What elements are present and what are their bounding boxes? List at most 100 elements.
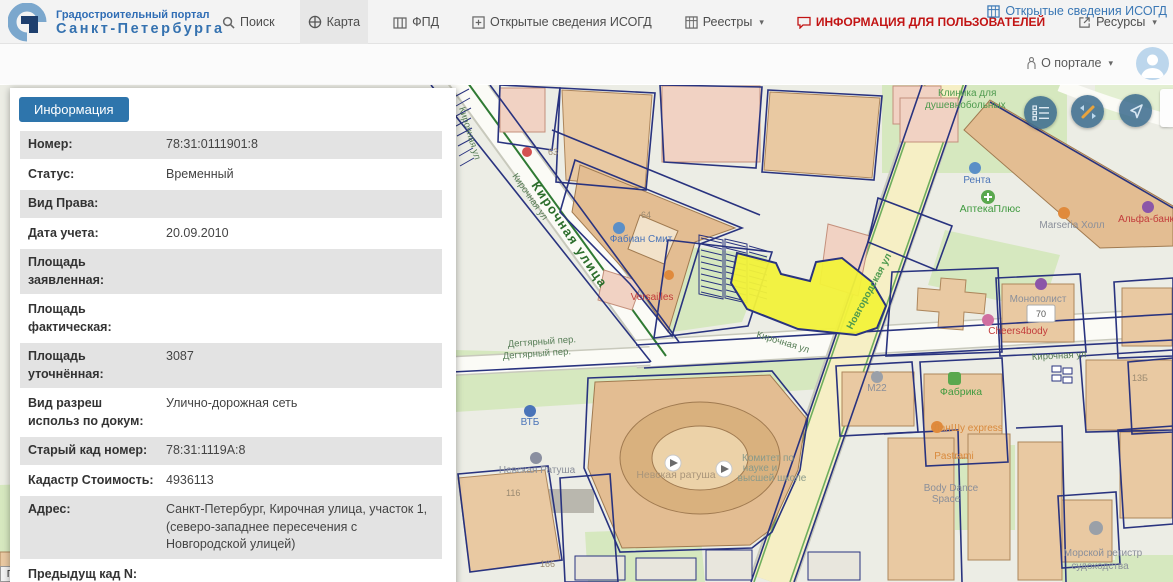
plus-square-icon <box>472 16 485 29</box>
about-portal-link[interactable]: О портале ▾ <box>1027 56 1113 70</box>
nav-item-fpd[interactable]: ФПД <box>385 0 447 44</box>
info-row: Кадастр Стоимость:4936113 <box>20 467 442 497</box>
building-number: 166 <box>540 559 555 569</box>
nav-item-search[interactable]: Поиск <box>214 0 283 44</box>
info-row-value: Санкт-Петербург, Кирочная улица, участок… <box>166 501 434 554</box>
info-row-value: Временный <box>166 166 434 184</box>
info-row-value: 20.09.2010 <box>166 225 434 243</box>
info-row-value <box>166 254 434 289</box>
info-row-value <box>166 301 434 336</box>
poi-label: Невская ратуша <box>636 469 715 481</box>
nevskaya-ratusha-icon <box>530 452 542 464</box>
poi-label: Рента <box>963 175 991 186</box>
building-number: 64 <box>641 210 651 220</box>
nav-label: Поиск <box>240 15 275 29</box>
measure-button[interactable] <box>1071 95 1104 128</box>
poi-label: Space <box>932 494 961 505</box>
poi-label: Фабиан Смит <box>610 233 673 245</box>
nav-label: ФПД <box>412 15 439 29</box>
table-icon <box>987 5 1000 18</box>
logo-line2: Санкт-Петербурга <box>56 21 225 37</box>
info-row: Площадь уточнённая:3087 <box>20 343 442 390</box>
portal-logo[interactable]: Градостроительный портал Санкт-Петербург… <box>8 3 225 43</box>
nav-item-map[interactable]: Карта <box>300 0 368 44</box>
header: Градостроительный портал Санкт-Петербург… <box>0 0 1173 85</box>
building-number: 63 <box>548 147 558 157</box>
poi-label: АптекаПлюс <box>960 203 1021 215</box>
poi-label: Морской регистр <box>1064 548 1143 559</box>
locate-button[interactable] <box>1119 94 1152 127</box>
parcel-info-panel: Информация Номер:78:31:0111901:8 Статус:… <box>10 88 456 582</box>
avatar-person-icon <box>1140 51 1165 78</box>
info-row-value: Улично-дорожная сеть <box>166 395 434 430</box>
link-label: Открытые сведения ИСОГД <box>1005 4 1167 18</box>
alfa-bank-icon <box>1142 201 1154 213</box>
person-icon <box>1027 57 1036 70</box>
street-label: душевнобольных <box>925 99 1006 111</box>
table-icon <box>685 16 698 29</box>
legend-button[interactable] <box>1024 96 1057 129</box>
info-row: Адрес:Санкт-Петербург, Кирочная улица, у… <box>20 496 442 561</box>
info-row: Вид Права: <box>20 190 442 220</box>
info-tab[interactable]: Информация <box>19 97 129 122</box>
poi-label: ВТБ <box>521 417 540 428</box>
m22-icon <box>871 371 883 383</box>
search-icon <box>222 16 235 29</box>
poi-label: Marseria Холл <box>1039 220 1104 231</box>
nav-label: Карта <box>327 15 360 29</box>
cheers4body-icon <box>982 314 994 326</box>
navigation-arrow-icon <box>1127 102 1145 120</box>
renta-icon <box>969 162 981 174</box>
legend-icon <box>1032 104 1050 122</box>
fabian-smit-icon <box>613 222 625 234</box>
info-row: Дата учета:20.09.2010 <box>20 220 442 250</box>
info-row-label: Предыдущ кад N: <box>28 566 166 582</box>
info-row: Старый кад номер:78:31:1119А:8 <box>20 437 442 467</box>
nav-item-registries[interactable]: Реестры ▾ <box>677 0 772 44</box>
poi-label: Невская Ратуша <box>499 465 576 476</box>
building-number: 116 <box>506 488 520 498</box>
info-row: Предыдущ кад N: <box>20 561 442 582</box>
info-row-value <box>166 566 434 582</box>
nav-label: Открытые сведения ИСОГД <box>490 15 652 29</box>
info-row-value: 3087 <box>166 348 434 383</box>
screen: Кирочная улица Кирочная ул Кирочная ул Н… <box>0 0 1173 582</box>
info-row-label: Дата учета: <box>28 225 166 243</box>
marseria-icon <box>1058 207 1070 219</box>
nav-item-open-isogd[interactable]: Открытые сведения ИСОГД <box>464 0 660 44</box>
measure-icon <box>1079 103 1097 121</box>
info-row-label: Старый кад номер: <box>28 442 166 460</box>
info-row-label: Адрес: <box>28 501 166 554</box>
columns-icon <box>393 16 407 29</box>
nav-label: Реестры <box>703 15 753 29</box>
info-row-value <box>166 195 434 213</box>
vtb-icon <box>524 405 536 417</box>
chat-icon <box>797 16 811 29</box>
info-row-label: Статус: <box>28 166 166 184</box>
logo-line1: Градостроительный портал <box>56 9 225 21</box>
poi-label: судоходства <box>1071 561 1129 572</box>
street-label: Клиника для <box>938 88 996 99</box>
user-avatar[interactable] <box>1136 47 1169 80</box>
info-row: Вид разреш использ по докум:Улично-дорож… <box>20 390 442 437</box>
info-row: Статус:Временный <box>20 161 442 191</box>
open-isogd-link[interactable]: Открытые сведения ИСОГД <box>987 4 1167 18</box>
edge-panel-handle[interactable] <box>1160 89 1173 127</box>
versailles-icon <box>664 270 674 280</box>
building-number: 70 <box>1036 309 1046 319</box>
secondary-bar: О портале ▾ <box>0 44 1173 84</box>
info-row-label: Площадь заявленная: <box>28 254 166 289</box>
info-row-value: 78:31:0111901:8 <box>166 136 434 154</box>
info-row-label: Вид Права: <box>28 195 166 213</box>
globe-icon <box>308 15 322 29</box>
info-row: Площадь фактическая: <box>20 296 442 343</box>
registry-icon <box>1089 521 1103 535</box>
monopolist-icon <box>1035 278 1047 290</box>
top-navigation-bar: Градостроительный портал Санкт-Петербург… <box>0 0 1173 44</box>
poi-label: высшей школе <box>738 473 807 484</box>
poi-label: Body Dance <box>924 483 979 494</box>
building-number: 13Б <box>1132 373 1148 383</box>
poi-label: Фабрика <box>940 386 982 398</box>
metro-icon <box>522 147 532 157</box>
info-rows: Номер:78:31:0111901:8 Статус:Временный В… <box>20 131 442 582</box>
